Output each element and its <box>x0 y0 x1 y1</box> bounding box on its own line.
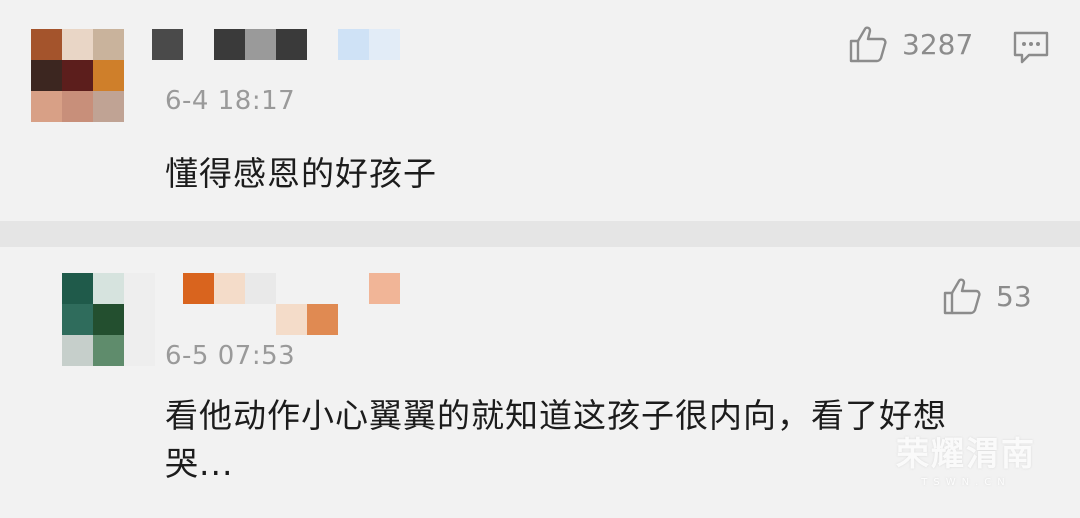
avatar-pixel <box>124 335 155 366</box>
watermark-logo: 荣耀渭南 TSWN.CN <box>896 427 1036 488</box>
like-count: 53 <box>996 279 1032 313</box>
avatar-pixel <box>93 304 124 335</box>
avatar-pixel <box>93 335 124 366</box>
avatar[interactable] <box>62 273 155 366</box>
username-pixel <box>276 304 307 335</box>
avatar-pixel <box>31 91 62 122</box>
comment-divider <box>0 221 1080 247</box>
username-blurred[interactable] <box>152 273 412 337</box>
comment-text-line-1: 看他动作小心翼翼的就知道这孩子很内向，看了好想 <box>165 396 947 435</box>
username-pixel <box>183 273 214 304</box>
username-pixel <box>369 29 400 60</box>
avatar-pixel <box>93 29 124 60</box>
avatar-pixel <box>62 335 93 366</box>
avatar-pixel <box>93 60 124 91</box>
username-pixel <box>214 273 245 304</box>
avatar-pixel <box>62 304 93 335</box>
avatar-pixel <box>93 273 124 304</box>
username-pixel <box>338 29 369 60</box>
avatar-pixel <box>62 273 93 304</box>
username-pixel <box>369 273 400 304</box>
watermark-sub: TSWN.CN <box>921 477 1011 488</box>
comment-item: 6-5 07:53 看他动作小心翼翼的就知道这孩子很内向，看了好想 哭... 5… <box>0 247 1080 518</box>
comment-item: 6-4 18:17 懂得感恩的好孩子 3287 <box>0 0 1080 221</box>
comment-bubble-icon[interactable] <box>1012 30 1050 70</box>
watermark-main: 荣耀渭南 <box>896 434 1036 473</box>
avatar[interactable] <box>31 29 124 122</box>
avatar-pixel <box>31 60 62 91</box>
like-button[interactable]: 53 <box>942 277 1032 315</box>
avatar-pixel <box>31 29 62 60</box>
username-pixel <box>276 29 307 60</box>
avatar-pixel <box>62 91 93 122</box>
username-pixel <box>245 273 276 304</box>
thumbs-up-icon <box>942 277 982 315</box>
comment-time: 6-4 18:17 <box>165 86 296 116</box>
username-pixel <box>245 29 276 60</box>
username-pixel <box>307 304 338 335</box>
avatar-pixel <box>62 29 93 60</box>
username-pixel <box>214 29 245 60</box>
comment-text: 懂得感恩的好孩子 <box>165 154 437 193</box>
like-button[interactable]: 3287 <box>848 25 973 63</box>
comment-list: 6-4 18:17 懂得感恩的好孩子 3287 6-5 07:53 看他动作小心… <box>0 0 1080 518</box>
avatar-pixel <box>124 304 155 335</box>
comment-text-line-2: 哭... <box>165 444 234 483</box>
avatar-pixel <box>124 273 155 304</box>
username-pixel <box>152 29 183 60</box>
avatar-pixel <box>62 60 93 91</box>
avatar-pixel <box>93 91 124 122</box>
username-blurred[interactable] <box>152 29 422 61</box>
thumbs-up-icon <box>848 25 888 63</box>
comment-time: 6-5 07:53 <box>165 341 296 371</box>
like-count: 3287 <box>902 27 974 61</box>
